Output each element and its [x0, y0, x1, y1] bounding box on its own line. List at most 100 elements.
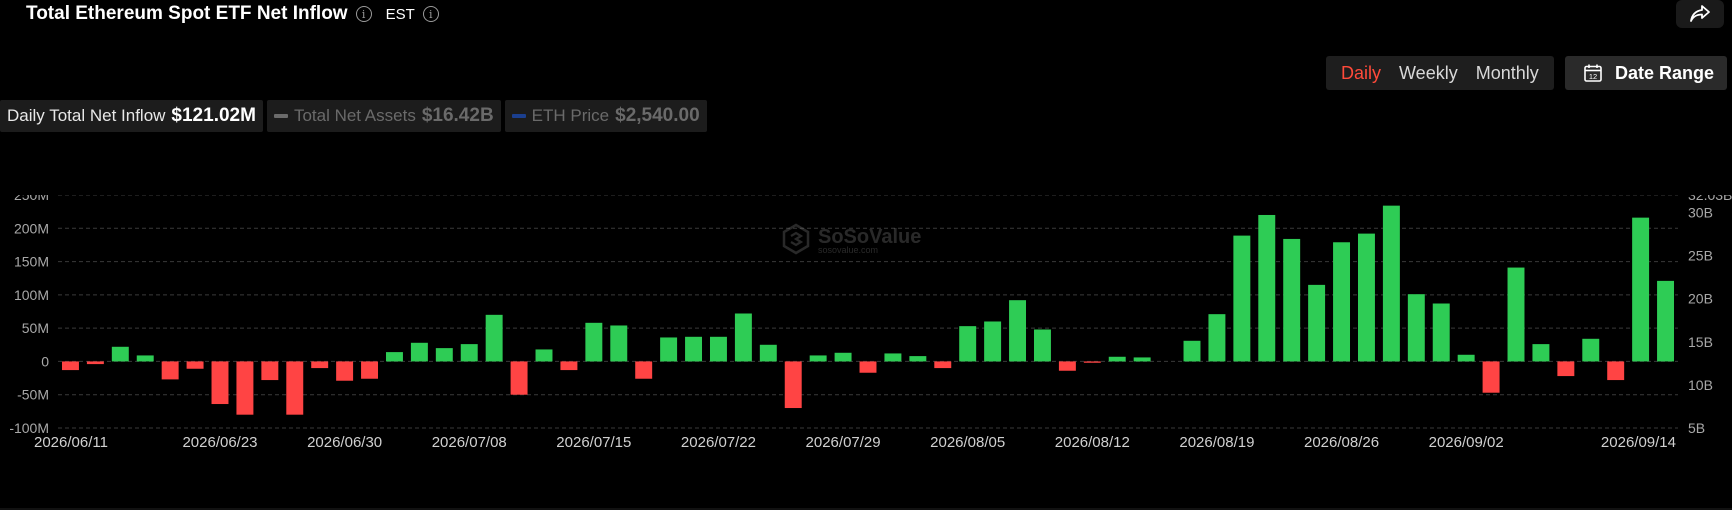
share-button[interactable] [1676, 0, 1724, 28]
x-tick-label: 2026/08/05 [930, 434, 1005, 451]
bar[interactable] [1058, 361, 1076, 371]
watermark: SoSoValue sosovalue.com [782, 223, 921, 255]
bar[interactable] [709, 336, 727, 362]
bar[interactable] [1457, 354, 1475, 362]
bar[interactable] [86, 361, 104, 365]
page-title: Total Ethereum Spot ETF Net Inflow [26, 3, 348, 24]
y-tick-label: -50M [17, 387, 49, 403]
bar[interactable] [909, 356, 927, 362]
bar[interactable] [161, 361, 179, 380]
bar[interactable] [934, 361, 952, 369]
info-icon[interactable]: i [355, 6, 372, 22]
bar[interactable] [1432, 303, 1450, 362]
bar[interactable] [1607, 361, 1625, 381]
bar[interactable] [286, 361, 304, 415]
y-tick-label: 0 [41, 353, 49, 369]
bar[interactable] [585, 322, 603, 362]
bar[interactable] [535, 349, 553, 362]
bar[interactable] [186, 361, 204, 369]
y2-tick-label: 25B [1688, 248, 1713, 264]
period-daily-button[interactable]: Daily [1332, 63, 1390, 84]
bar[interactable] [959, 326, 977, 362]
period-monthly-button[interactable]: Monthly [1467, 63, 1548, 84]
bar[interactable] [685, 336, 703, 362]
period-weekly-button[interactable]: Weekly [1390, 63, 1467, 84]
bar[interactable] [859, 361, 877, 373]
y2-tick-label: 32.03B [1688, 195, 1732, 203]
bar[interactable] [1557, 361, 1575, 377]
legend-swatch [511, 114, 526, 118]
bar[interactable] [211, 361, 229, 405]
bar[interactable] [1507, 267, 1525, 362]
bar[interactable] [984, 321, 1002, 362]
y-tick-label: 250M [14, 195, 49, 203]
bar[interactable] [1183, 340, 1201, 362]
bar[interactable] [1133, 357, 1151, 362]
bar[interactable] [660, 337, 678, 362]
bar[interactable] [1108, 356, 1126, 362]
bar[interactable] [1009, 300, 1027, 362]
x-tick-label: 2026/08/26 [1304, 434, 1379, 451]
bar[interactable] [1482, 361, 1500, 393]
bar[interactable] [435, 348, 453, 362]
y-tick-label: 150M [14, 254, 49, 270]
bar[interactable] [1532, 344, 1550, 362]
bar[interactable] [1308, 284, 1326, 362]
bar[interactable] [809, 355, 827, 362]
share-icon [1690, 5, 1710, 22]
bar[interactable] [1407, 294, 1425, 362]
legend-item-total-net-assets[interactable]: Total Net Assets $16.42B [266, 100, 501, 132]
y-tick-label: 200M [14, 220, 49, 236]
bar[interactable] [560, 361, 578, 371]
legend-swatch [273, 114, 288, 118]
bar[interactable] [1357, 233, 1375, 362]
bar[interactable] [61, 361, 79, 371]
bar[interactable] [1632, 217, 1650, 362]
date-range-button[interactable]: 12 Date Range [1565, 56, 1727, 90]
y2-tick-label: 20B [1688, 291, 1713, 307]
bar[interactable] [734, 313, 752, 362]
bar[interactable] [236, 361, 254, 415]
bar[interactable] [834, 352, 852, 362]
bar[interactable] [311, 361, 329, 369]
bar[interactable] [361, 361, 379, 379]
bar[interactable] [610, 325, 628, 362]
y-axis-left: 250M200M150M100M50M0-50M-100M [9, 195, 49, 436]
bar[interactable] [1582, 338, 1600, 362]
bar[interactable] [460, 344, 478, 362]
legend-item-eth-price[interactable]: ETH Price $2,540.00 [504, 100, 707, 132]
bar[interactable] [1233, 235, 1251, 362]
timezone-info-icon[interactable]: i [422, 6, 439, 22]
bar[interactable] [485, 314, 503, 362]
bar[interactable] [1283, 238, 1301, 362]
bar[interactable] [1258, 214, 1276, 362]
bar[interactable] [510, 361, 528, 395]
calendar-icon: 12 [1584, 64, 1602, 82]
bar[interactable] [336, 361, 354, 381]
bar[interactable] [759, 344, 777, 362]
bar[interactable] [111, 346, 129, 362]
bar[interactable] [884, 353, 902, 362]
x-tick-label: 2026/06/11 [34, 434, 108, 451]
bar[interactable] [1083, 361, 1101, 363]
x-tick-label: 2026/06/30 [307, 434, 382, 451]
bar[interactable] [1333, 242, 1351, 362]
bar[interactable] [1208, 314, 1226, 362]
calendar-day-text: 12 [1589, 72, 1597, 81]
x-tick-label: 2026/07/08 [432, 434, 507, 451]
bar[interactable] [1033, 329, 1051, 362]
legend-item-daily-net-inflow[interactable]: Daily Total Net Inflow $121.02M [0, 100, 263, 132]
bar[interactable] [635, 361, 653, 379]
y-tick-label: 100M [14, 287, 49, 303]
bar[interactable] [1382, 205, 1400, 362]
legend: Daily Total Net Inflow $121.02M Total Ne… [0, 100, 707, 132]
bar[interactable] [410, 342, 428, 362]
bar[interactable] [261, 361, 279, 381]
bar[interactable] [784, 361, 802, 409]
x-axis: 2026/06/11 2026/06/23 2026/06/30 2026/07/08… [34, 434, 1676, 451]
bar[interactable] [1657, 280, 1675, 362]
y-axis-right: 32.03B30B 25B 20B 15B 10B 5B [1688, 195, 1732, 436]
bar[interactable] [136, 355, 154, 362]
x-tick-label: 2026/08/12 [1055, 434, 1130, 451]
bar[interactable] [385, 352, 403, 362]
